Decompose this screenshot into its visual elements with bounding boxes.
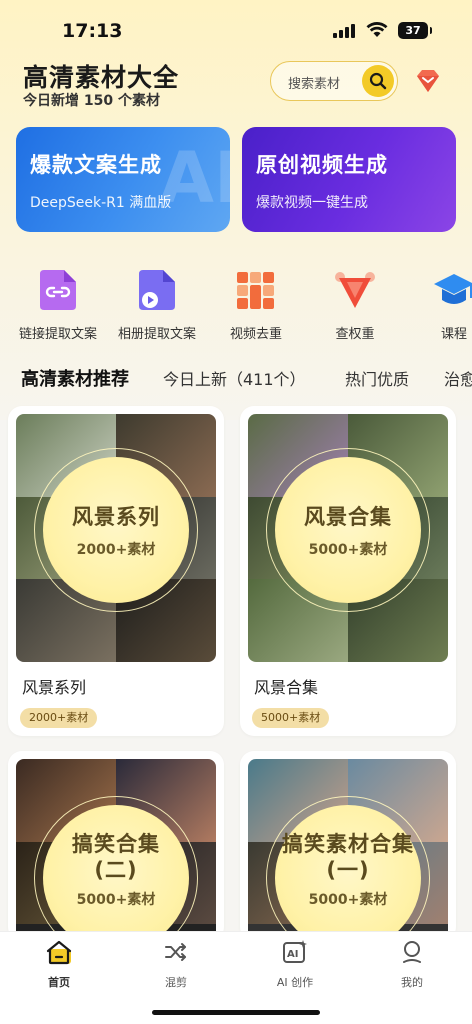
nav-home[interactable]: 首页 (19, 938, 99, 990)
tool-album-extract[interactable]: 相册提取文案 (107, 262, 207, 342)
material-card-funny-collection-2[interactable]: 搞笑合集 (二) 5000+素材 (8, 751, 224, 941)
card-circle: 风景合集 5000+素材 (275, 457, 421, 603)
search-input[interactable]: 搜索素材 (288, 73, 340, 92)
card-circle: 搞笑素材合集 (一) 5000+素材 (275, 805, 421, 941)
nav-label: AI 创作 (276, 976, 314, 989)
circle-title: 搞笑合集 (72, 832, 160, 856)
shuffle-icon (165, 943, 186, 961)
wifi-icon (366, 22, 388, 37)
circle-title-line2: (二) (94, 858, 138, 882)
material-card-funny-collection-1[interactable]: 搞笑素材合集 (一) 5000+素材 (240, 751, 456, 941)
card-title: 风景合集 (254, 678, 319, 697)
tool-label: 链接提取文案 (18, 327, 97, 342)
circle-count: 5000+素材 (76, 892, 156, 908)
circle-title-line2: (一) (326, 858, 370, 882)
banner-title: 原创视频生成 (256, 153, 388, 177)
nav-label: 混剪 (165, 976, 187, 989)
category-tabs: 高清素材推荐 今日上新（411个） 热门优质 治愈 (0, 362, 472, 398)
quick-tools: 链接提取文案 相册提取文案 视频去重 查权重 课程 (0, 262, 472, 342)
video-file-icon (135, 268, 179, 312)
circle-title: 搞笑素材合集 (282, 832, 414, 856)
card-title: 风景系列 (22, 678, 87, 697)
card-circle: 搞笑合集 (二) 5000+素材 (43, 805, 189, 941)
svg-text:AI: AI (287, 949, 298, 960)
battery-icon: 37 (398, 22, 432, 39)
card-count-badge: 5000+素材 (252, 708, 330, 728)
tool-video-dedupe[interactable]: 视频去重 (206, 262, 306, 342)
video-generation-banner[interactable]: 原创视频生成 爆款视频一键生成 (242, 127, 456, 232)
nav-label: 首页 (48, 976, 70, 989)
card-count-badge: 2000+素材 (20, 708, 98, 728)
tool-label: 课程 (440, 327, 467, 342)
status-bar: 17:13 37 (0, 0, 472, 56)
tab-label: 高清素材推荐 (21, 369, 129, 390)
circle-title: 风景合集 (304, 505, 392, 529)
tab-healing[interactable]: 治愈 (444, 366, 472, 390)
nav-remix[interactable]: 混剪 (136, 938, 216, 990)
link-icon (36, 268, 80, 312)
tab-hd-recommend[interactable]: 高清素材推荐 (21, 365, 133, 391)
tool-link-extract[interactable]: 链接提取文案 (8, 262, 108, 342)
search-button[interactable] (362, 65, 394, 97)
graduation-cap-icon (432, 268, 472, 312)
home-icon (46, 940, 72, 965)
copywriting-banner[interactable]: AI 爆款文案生成 DeepSeek-R1 满血版 (16, 127, 230, 232)
tab-today-new[interactable]: 今日上新（411个） (163, 366, 306, 390)
vip-gem-icon[interactable] (413, 66, 443, 96)
profile-icon (403, 941, 421, 963)
material-card-scenery-collection[interactable]: 风景合集 5000+素材 风景合集 5000+素材 (240, 406, 456, 736)
tool-course[interactable]: 课程 (404, 262, 472, 342)
ai-sparkle-icon: AI (283, 940, 307, 963)
banner-subtitle: DeepSeek-R1 满血版 (30, 195, 172, 211)
tool-label: 视频去重 (229, 327, 282, 342)
banner-title: 爆款文案生成 (30, 153, 162, 177)
circle-count: 2000+素材 (76, 542, 156, 558)
banner-subtitle: 爆款视频一键生成 (256, 195, 368, 211)
daily-new-count: 今日新增 150 个素材 (23, 90, 160, 110)
status-time: 17:13 (62, 20, 123, 42)
nav-ai-create[interactable]: AI AI 创作 (255, 938, 335, 990)
circle-count: 5000+素材 (308, 892, 388, 908)
circle-count: 5000+素材 (308, 542, 388, 558)
circle-title: 风景系列 (72, 505, 160, 529)
tool-check-weight[interactable]: 查权重 (305, 262, 405, 342)
tool-label: 查权重 (335, 327, 375, 342)
tool-label: 相册提取文案 (117, 327, 196, 342)
search-icon (369, 72, 387, 90)
nav-label: 我的 (401, 976, 423, 989)
triangle-icon (333, 268, 377, 312)
card-circle: 风景系列 2000+素材 (43, 457, 189, 603)
search-box[interactable]: 搜索素材 (270, 61, 398, 101)
page-title: 高清素材大全 (23, 63, 180, 92)
signal-icon (333, 24, 355, 38)
nav-profile[interactable]: 我的 (372, 938, 452, 990)
home-indicator (152, 1010, 320, 1015)
tab-hot-quality[interactable]: 热门优质 (345, 366, 409, 390)
grid-icon (234, 268, 278, 312)
material-card-scenery-series[interactable]: 风景系列 2000+素材 风景系列 2000+素材 (8, 406, 224, 736)
